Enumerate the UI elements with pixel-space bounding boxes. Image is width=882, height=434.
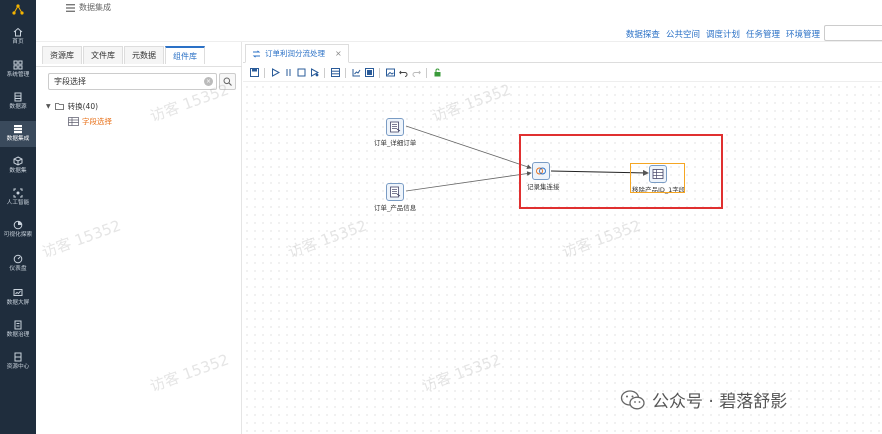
nav-label: 仪表盘 xyxy=(9,265,27,272)
tab-metadata[interactable]: 元数据 xyxy=(124,46,164,64)
breadcrumb: 数据集成 xyxy=(66,2,111,13)
menu-schedule[interactable]: 调度计划 xyxy=(706,28,740,40)
top-menu: 数据探查 公共空间 调度计划 任务管理 环境管理 xyxy=(626,28,820,40)
tree-node-transform[interactable]: ▼ 转换(40) xyxy=(46,101,98,112)
table-icon[interactable] xyxy=(364,68,374,78)
lock-icon[interactable] xyxy=(432,68,442,78)
nav-label: 数据集 xyxy=(9,167,27,174)
close-icon[interactable]: × xyxy=(335,45,342,63)
nav-item-ai[interactable]: 人工智能 xyxy=(0,185,36,211)
cube-icon xyxy=(13,156,23,166)
component-panel: 资源库 文件库 元数据 组件库 字段选择 × ▼ 转换(40) 字段选择 xyxy=(36,42,242,434)
clear-icon[interactable]: × xyxy=(204,77,213,86)
toolbar-separator xyxy=(426,67,427,78)
toolbar-separator xyxy=(345,67,346,78)
nav-item-governance[interactable]: 数据治理 xyxy=(0,317,36,343)
resource-icon xyxy=(14,352,22,362)
nav-label: 首页 xyxy=(12,38,24,45)
node-label-product: 订单_产品信息 xyxy=(374,204,417,212)
menu-data-explore[interactable]: 数据探查 xyxy=(626,28,660,40)
tab-divider xyxy=(36,66,242,67)
database-icon xyxy=(14,92,22,102)
toolbar-separator xyxy=(379,67,380,78)
integration-icon xyxy=(14,125,22,134)
stop-icon[interactable] xyxy=(296,68,306,78)
editor-tabs: 订单利润分流处理 × xyxy=(243,42,882,63)
chart-icon[interactable] xyxy=(351,68,361,78)
top-header: 数据集成 数据探查 公共空间 调度计划 任务管理 环境管理 xyxy=(36,0,882,42)
app-logo[interactable] xyxy=(0,0,36,20)
search-icon xyxy=(223,77,232,86)
toolbar-separator xyxy=(324,67,325,78)
caret-down-icon[interactable]: ▼ xyxy=(46,103,51,110)
screen-icon xyxy=(13,289,23,296)
ai-icon xyxy=(13,188,23,198)
nav-item-system[interactable]: 系统管理 xyxy=(0,57,36,83)
tab-component-library[interactable]: 组件库 xyxy=(165,46,205,64)
nav-label: 数据集成 xyxy=(6,135,30,142)
menu-env-management[interactable]: 环境管理 xyxy=(786,28,820,40)
nav-item-resource[interactable]: 资源中心 xyxy=(0,349,36,375)
node-label-detail: 订单_详细订单 xyxy=(374,139,417,147)
pause-icon[interactable] xyxy=(283,68,293,78)
gauge-icon xyxy=(13,254,23,264)
transform-icon xyxy=(252,49,261,58)
nav-item-integration[interactable]: 数据集成 xyxy=(0,121,36,147)
wechat-icon xyxy=(620,389,645,409)
table-input-icon xyxy=(390,121,401,133)
editor-tab-transform[interactable]: 订单利润分流处理 × xyxy=(245,44,349,63)
nav-item-home[interactable]: 首页 xyxy=(0,24,36,50)
brand-text: 公众号 · 碧落舒影 xyxy=(652,392,788,412)
toolbar-separator xyxy=(264,67,265,78)
nav-item-visual[interactable]: 可视化探索 xyxy=(0,217,36,243)
node-detail-order[interactable] xyxy=(386,118,404,136)
save-icon[interactable] xyxy=(249,68,259,78)
grid-toggle-icon[interactable] xyxy=(330,68,340,78)
field-select-icon xyxy=(68,117,79,126)
nav-item-bigscreen[interactable]: 数据大屏 xyxy=(0,285,36,311)
redo-icon[interactable] xyxy=(411,68,421,78)
folder-icon xyxy=(54,103,64,110)
tree-root-label: 转换(40) xyxy=(67,102,99,111)
menu-icon[interactable] xyxy=(66,3,75,12)
editor-tab-label: 订单利润分流处理 xyxy=(265,48,325,58)
nav-label: 资源中心 xyxy=(6,363,30,370)
brand-overlay: 公众号 · 碧落舒影 xyxy=(620,387,787,412)
nav-label: 可视化探索 xyxy=(3,231,33,238)
search-value: 字段选择 xyxy=(54,77,86,86)
tree-item-field-select[interactable]: 字段选择 xyxy=(68,116,112,127)
top-search-input[interactable] xyxy=(824,25,882,41)
logo-icon xyxy=(12,4,24,15)
nav-item-dashboard[interactable]: 仪表盘 xyxy=(0,251,36,277)
left-nav: 首页 系统管理 数据源 数据集成 数据集 人工智能 可视化探索 仪表盘 数据大屏… xyxy=(0,0,36,434)
editor-toolbar xyxy=(243,64,882,82)
tab-repository[interactable]: 资源库 xyxy=(42,46,82,64)
nav-label: 系统管理 xyxy=(6,71,30,78)
tab-file-library[interactable]: 文件库 xyxy=(83,46,123,64)
nav-label: 数据治理 xyxy=(6,331,30,338)
menu-task-management[interactable]: 任务管理 xyxy=(746,28,780,40)
panel-tabs: 资源库 文件库 元数据 组件库 xyxy=(42,46,206,66)
run-icon[interactable] xyxy=(270,68,280,78)
annotation-highlight-box xyxy=(519,134,723,209)
nav-label: 人工智能 xyxy=(6,199,30,206)
nav-label: 数据源 xyxy=(9,103,27,110)
home-icon xyxy=(13,27,23,37)
component-search-input[interactable]: 字段选择 × xyxy=(48,73,217,90)
menu-public-space[interactable]: 公共空间 xyxy=(666,28,700,40)
nav-label: 数据大屏 xyxy=(6,299,30,306)
search-button[interactable] xyxy=(219,73,236,90)
grid-icon xyxy=(13,60,23,70)
nav-item-dataset[interactable]: 数据集 xyxy=(0,153,36,179)
nav-item-datasource[interactable]: 数据源 xyxy=(0,89,36,115)
tree-child-label: 字段选择 xyxy=(82,117,112,126)
table-input-icon xyxy=(390,186,401,198)
governance-icon xyxy=(14,320,22,330)
preview-icon[interactable] xyxy=(309,68,319,78)
undo-icon[interactable] xyxy=(398,68,408,78)
image-icon[interactable] xyxy=(385,68,395,78)
node-product-info[interactable] xyxy=(386,183,404,201)
pie-icon xyxy=(13,220,23,230)
breadcrumb-label: 数据集成 xyxy=(79,3,111,12)
